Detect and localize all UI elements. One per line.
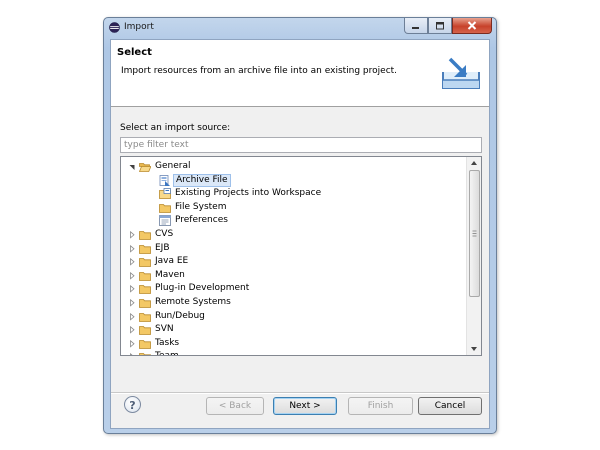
tree-item[interactable]: Preferences <box>121 214 466 228</box>
page-title: Select <box>117 47 152 58</box>
collapsed-arrow-icon[interactable] <box>128 255 136 269</box>
folder-open-icon <box>139 163 151 172</box>
minimize-icon <box>412 26 419 29</box>
window-controls <box>404 18 492 35</box>
import-archive-icon <box>442 57 480 89</box>
tree-item-label: File System <box>175 201 227 212</box>
tree-item[interactable]: Plug-in Development <box>121 282 466 296</box>
collapsed-arrow-icon[interactable] <box>128 228 136 242</box>
title-bar[interactable]: Import <box>104 18 496 38</box>
archive-file-icon <box>159 174 170 186</box>
tree-item[interactable]: SVN <box>121 323 466 337</box>
folder-icon <box>139 285 151 295</box>
tree-item[interactable]: General <box>121 160 466 174</box>
folder-icon <box>139 271 151 281</box>
tree-item[interactable]: Tasks <box>121 337 466 351</box>
tree-item[interactable]: Remote Systems <box>121 296 466 310</box>
tree-item[interactable]: Team <box>121 350 466 356</box>
grip-icon <box>472 230 477 237</box>
import-source-label: Select an import source: <box>120 123 231 133</box>
tree-item-label: Plug-in Development <box>155 283 250 294</box>
tree-item[interactable]: File System <box>121 201 466 215</box>
scroll-down-icon[interactable] <box>467 343 481 355</box>
scroll-thumb[interactable] <box>469 170 480 297</box>
tree-item[interactable]: CVS <box>121 228 466 242</box>
tree-item-label: SVN <box>155 324 174 335</box>
folder-icon <box>159 203 171 213</box>
filter-input[interactable] <box>120 137 482 153</box>
folder-icon <box>139 312 151 322</box>
window-title: Import <box>124 22 154 32</box>
project-icon <box>159 188 171 200</box>
page-description: Import resources from an archive file in… <box>121 66 398 76</box>
tree-items: General Archive File Existing Projects int… <box>121 160 466 356</box>
tree-item[interactable]: Java EE <box>121 255 466 269</box>
tree-item-label: Run/Debug <box>155 310 205 321</box>
tree-item[interactable]: Existing Projects into Workspace <box>121 187 466 201</box>
cancel-button[interactable]: Cancel <box>418 397 482 415</box>
folder-icon <box>139 244 151 254</box>
folder-icon <box>139 326 151 336</box>
tree-item[interactable]: Run/Debug <box>121 310 466 324</box>
help-button[interactable]: ? <box>124 396 141 413</box>
tree-item[interactable]: Archive File <box>121 173 466 188</box>
wizard-header: Select Import resources from an archive … <box>111 40 489 107</box>
folder-icon <box>139 299 151 308</box>
tree-item-label: Maven <box>155 269 185 280</box>
tree-item-label: General <box>155 161 191 171</box>
collapsed-arrow-icon[interactable] <box>128 242 136 256</box>
import-source-tree[interactable]: General Archive File Existing Projects int… <box>120 156 482 356</box>
scroll-up-icon[interactable] <box>467 157 481 169</box>
collapsed-arrow-icon[interactable] <box>128 350 136 356</box>
collapsed-arrow-icon[interactable] <box>128 296 136 310</box>
close-icon <box>467 21 477 30</box>
maximize-button[interactable] <box>428 18 452 34</box>
import-dialog: Import Select Import resources from an a… <box>103 17 497 434</box>
tree-item-label: Remote Systems <box>155 296 231 307</box>
maximize-icon <box>436 21 444 29</box>
tree-item-label: Preferences <box>175 215 228 226</box>
tree-item-label: Archive File <box>173 173 231 188</box>
next-button[interactable]: Next > <box>273 397 337 415</box>
minimize-button[interactable] <box>404 18 428 34</box>
back-button[interactable]: < Back <box>206 397 264 415</box>
finish-button[interactable]: Finish <box>348 397 413 415</box>
tree-item[interactable]: EJB <box>121 242 466 256</box>
tree-item-label: EJB <box>155 242 170 253</box>
collapsed-arrow-icon[interactable] <box>128 323 136 337</box>
tree-item-label: Java EE <box>155 256 189 267</box>
collapsed-arrow-icon[interactable] <box>128 282 136 296</box>
folder-icon <box>139 231 151 240</box>
collapsed-arrow-icon[interactable] <box>128 269 136 283</box>
footer-divider <box>111 392 489 394</box>
tree-item-label: Tasks <box>155 337 180 348</box>
expanded-arrow-icon[interactable] <box>128 160 136 174</box>
preferences-icon <box>159 215 171 227</box>
eclipse-icon <box>109 22 120 33</box>
tree-item-label: CVS <box>155 228 174 239</box>
folder-icon <box>139 353 151 355</box>
tree-scrollbar[interactable] <box>466 157 481 355</box>
tree-item[interactable]: Maven <box>121 269 466 283</box>
tree-item-label: Team <box>153 350 181 355</box>
dialog-body: Select Import resources from an archive … <box>110 39 490 429</box>
collapsed-arrow-icon[interactable] <box>128 337 136 351</box>
close-button[interactable] <box>452 18 492 34</box>
collapsed-arrow-icon[interactable] <box>128 310 136 324</box>
tree-item-label: Existing Projects into Workspace <box>175 188 322 199</box>
folder-icon <box>139 339 151 349</box>
folder-icon <box>139 258 151 268</box>
